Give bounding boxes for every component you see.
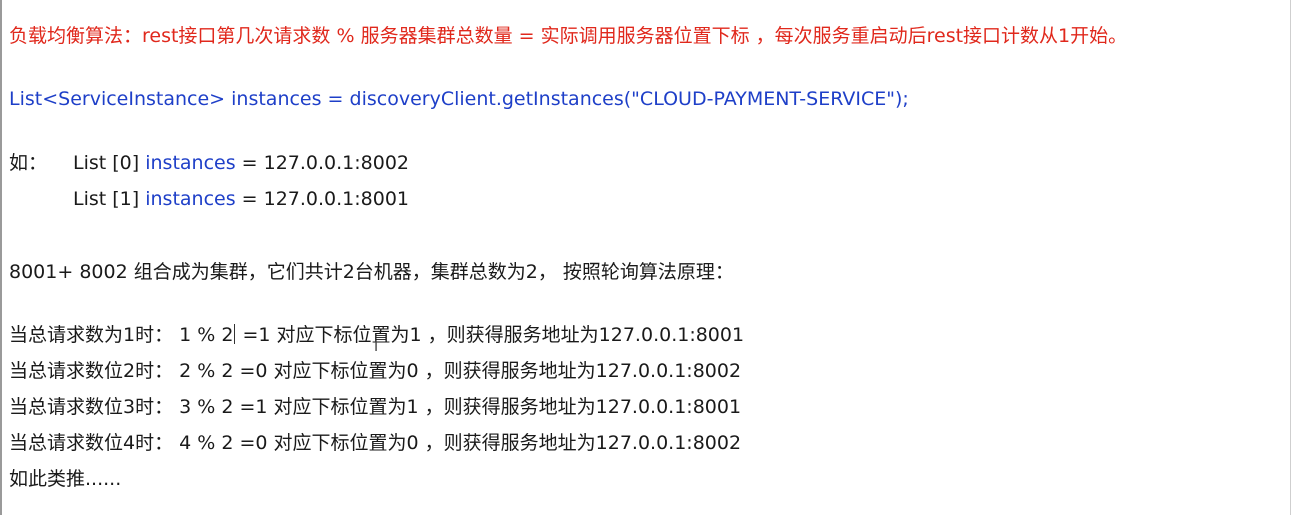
example-row-0: 如： List [0] instances = 127.0.0.1:8002: [9, 150, 409, 176]
example-prefix: List [0]: [73, 152, 146, 174]
calc-lead: 当总请求数位3时： 3 % 2: [9, 396, 240, 418]
example-value: = 127.0.0.1:8002: [235, 152, 410, 174]
calc-rest: =1 对应下标位置为1 ，则获得服务地址为127.0.0.1:8001: [239, 396, 742, 418]
calc-row-2: 当总请求数位2时： 2 % 2 =0 对应下标位置为0 ，则获得服务地址为127…: [9, 358, 741, 384]
cluster-description: 8001+ 8002 组合成为集群，它们共计2台机器，集群总数为2， 按照轮询算…: [9, 261, 734, 283]
calc-rest: =0 对应下标位置为0 ，则获得服务地址为127.0.0.1:8002: [239, 432, 742, 454]
code-line: List<ServiceInstance> instances = discov…: [9, 88, 909, 110]
calc-rest: =0 对应下标位置为0 ，则获得服务地址为127.0.0.1:8002: [239, 360, 742, 382]
right-border: [1290, 0, 1291, 515]
left-border: [0, 0, 2, 515]
example-var: instances: [145, 152, 236, 174]
calc-lead: 当总请求数为1时： 1 % 2: [9, 324, 234, 346]
closing-line: 如此类推......: [9, 468, 122, 490]
example-row-1: List [1] instances = 127.0.0.1:8001: [9, 186, 409, 212]
calc-row-3: 当总请求数位3时： 3 % 2 =1 对应下标位置为1 ，则获得服务地址为127…: [9, 394, 741, 420]
calc-rest: =1 对应下标位置为1 ，则获得服务地址为127.0.0.1:8001: [236, 324, 745, 346]
calc-row-4: 当总请求数位4时： 4 % 2 =0 对应下标位置为0 ，则获得服务地址为127…: [9, 430, 741, 456]
example-var: instances: [145, 188, 236, 210]
algorithm-title: 负载均衡算法：rest接口第几次请求数 % 服务器集群总数量 = 实际调用服务器…: [9, 25, 1128, 47]
example-label: 如：: [9, 152, 48, 174]
mouse-ibeam-icon: I: [374, 339, 379, 355]
calc-lead: 当总请求数位2时： 2 % 2: [9, 360, 240, 382]
example-value: = 127.0.0.1:8001: [235, 188, 410, 210]
example-prefix: List [1]: [73, 188, 146, 210]
calc-lead: 当总请求数位4时： 4 % 2: [9, 432, 240, 454]
